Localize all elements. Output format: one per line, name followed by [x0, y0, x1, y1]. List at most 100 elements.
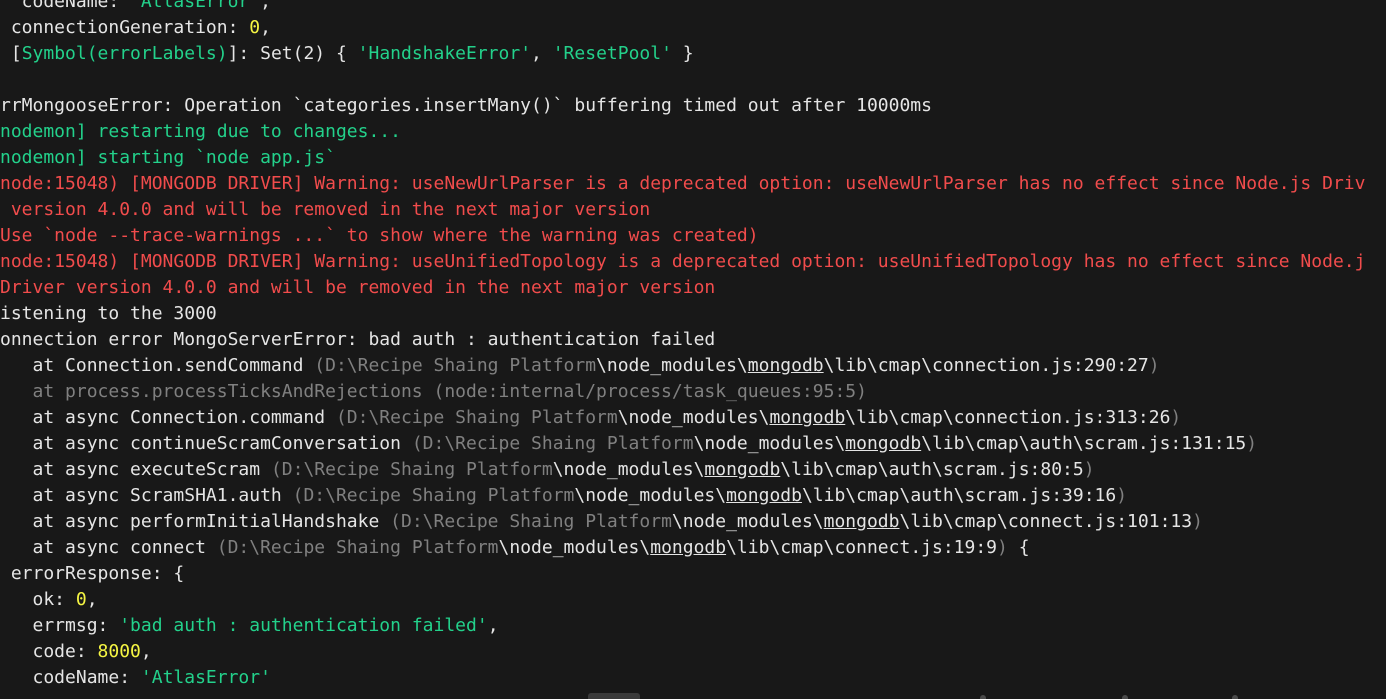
terminal-text: ) — [1246, 433, 1258, 454]
terminal-text: (D:\Recipe Shaing Platform — [390, 511, 672, 532]
terminal-text: at async performInitialHandshake — [0, 511, 391, 532]
terminal-text: code: — [0, 641, 98, 662]
terminal-text: 0 — [249, 17, 261, 38]
terminal-text: , — [86, 589, 98, 610]
terminal-line: at process.processTicksAndRejections (no… — [0, 379, 1386, 405]
terminal-tab-indicator[interactable] — [588, 693, 640, 699]
terminal-text: ok: — [0, 589, 76, 610]
terminal-text: at async continueScramConversation — [0, 433, 412, 454]
terminal-text: errorResponse: { — [0, 563, 185, 584]
terminal-text: ) — [1170, 407, 1182, 428]
terminal-line: at async continueScramConversation (D:\R… — [0, 431, 1386, 457]
terminal-text: (D:\Recipe Shaing Platform — [292, 485, 575, 506]
terminal-text: \lib\cmap\auth\scram.js:80:5 — [780, 459, 1084, 480]
terminal-text: 0 — [75, 589, 87, 610]
terminal-text: \lib\cmap\connect.js:101:13 — [899, 511, 1193, 532]
terminal-text: connectionGeneration: — [0, 17, 250, 38]
panel-bottom-edge — [0, 693, 1386, 699]
terminal-text: at process.processTicksAndRejections (no… — [0, 381, 867, 402]
terminal-text: at async executeScram — [0, 459, 271, 480]
terminal-text: ) — [1083, 459, 1095, 480]
status-indicator — [980, 695, 986, 699]
terminal-text: at async connect — [0, 537, 217, 558]
terminal-text: 'bad auth : authentication failed' — [119, 615, 488, 636]
terminal-text: (D:\Recipe Shaing Platform — [216, 537, 499, 558]
terminal-line: ok: 0, — [0, 587, 1386, 613]
terminal-text: , — [140, 641, 152, 662]
terminal-line: node:15048) [MONGODB DRIVER] Warning: us… — [0, 171, 1386, 197]
file-link[interactable]: mongodb — [769, 407, 845, 428]
terminal-text: (D:\Recipe Shaing Platform — [411, 433, 694, 454]
terminal-text: nodemon] restarting due to changes... — [0, 121, 401, 142]
file-link[interactable]: mongodb — [748, 355, 824, 376]
terminal-text: 'HandshakeError' — [357, 43, 532, 64]
terminal-line: node:15048) [MONGODB DRIVER] Warning: us… — [0, 249, 1386, 275]
terminal-text: \lib\cmap\auth\scram.js:39:16 — [801, 485, 1117, 506]
terminal-line: at async performInitialHandshake (D:\Rec… — [0, 509, 1386, 535]
terminal-text: (D:\Recipe Shaing Platform — [270, 459, 553, 480]
terminal-line: Driver version 4.0.0 and will be removed… — [0, 275, 1386, 301]
terminal-text: 'AtlasError' — [130, 0, 261, 12]
terminal-text: \node_modules\ — [574, 485, 727, 506]
terminal-text: \lib\cmap\connection.js:313:26 — [845, 407, 1171, 428]
terminal-text: { — [1007, 537, 1030, 558]
file-link[interactable]: mongodb — [650, 537, 726, 558]
terminal-text: istening to the 3000 — [0, 303, 217, 324]
terminal-line: nodemon] starting `node app.js` — [0, 145, 1386, 171]
terminal-line: connectionGeneration: 0, — [0, 15, 1386, 41]
terminal-text: 8000 — [97, 641, 141, 662]
terminal-text: version 4.0.0 and will be removed in the… — [0, 199, 651, 220]
terminal-line: version 4.0.0 and will be removed in the… — [0, 197, 1386, 223]
terminal-line: nodemon] restarting due to changes... — [0, 119, 1386, 145]
terminal-text: node:15048) [MONGODB DRIVER] Warning: us… — [0, 251, 1366, 272]
terminal-text: , — [487, 615, 499, 636]
file-link[interactable]: mongodb — [726, 485, 802, 506]
terminal-line: errmsg: 'bad auth : authentication faile… — [0, 613, 1386, 639]
terminal-text: , — [531, 43, 553, 64]
terminal-line: at Connection.sendCommand (D:\Recipe Sha… — [0, 353, 1386, 379]
terminal-text: 'AtlasError' — [140, 667, 271, 688]
file-link[interactable]: mongodb — [824, 511, 900, 532]
status-indicator — [1232, 695, 1238, 699]
terminal-text: } — [671, 43, 694, 64]
terminal-text: codeName: — [0, 667, 141, 688]
terminal-output[interactable]: codeName: 'AtlasError', connectionGenera… — [0, 0, 1386, 691]
terminal-line: at async Connection.command (D:\Recipe S… — [0, 405, 1386, 431]
status-indicator — [1122, 695, 1128, 699]
terminal-text: ]: Set(2) { — [227, 43, 358, 64]
terminal-text: \node_modules\ — [552, 459, 705, 480]
terminal-text: \node_modules\ — [617, 407, 770, 428]
file-link[interactable]: mongodb — [704, 459, 780, 480]
terminal-text: ) — [997, 537, 1008, 558]
terminal-text: \node_modules\ — [498, 537, 651, 558]
terminal-line: codeName: 'AtlasError', — [0, 0, 1386, 15]
terminal-line: Use `node --trace-warnings ...` to show … — [0, 223, 1386, 249]
terminal-text: ) — [1192, 511, 1203, 532]
terminal-text: ) — [1116, 485, 1128, 506]
terminal-line: onnection error MongoServerError: bad au… — [0, 327, 1386, 353]
terminal-text: \node_modules\ — [693, 433, 846, 454]
terminal-line: errorResponse: { — [0, 561, 1386, 587]
terminal-text: , — [260, 17, 271, 38]
terminal-text: 'ResetPool' — [552, 43, 672, 64]
terminal-text: (D:\Recipe Shaing Platform — [314, 355, 597, 376]
terminal-text: codeName: — [0, 0, 131, 12]
terminal-line: at async executeScram (D:\Recipe Shaing … — [0, 457, 1386, 483]
terminal-line: istening to the 3000 — [0, 301, 1386, 327]
terminal-text: at Connection.sendCommand — [0, 355, 315, 376]
terminal-line: code: 8000, — [0, 639, 1386, 665]
terminal-text: ) — [1148, 355, 1160, 376]
terminal-text: , — [260, 0, 271, 12]
terminal-line: at async ScramSHA1.auth (D:\Recipe Shain… — [0, 483, 1386, 509]
terminal-text: \node_modules\ — [596, 355, 748, 376]
terminal-line: [Symbol(errorLabels)]: Set(2) { 'Handsha… — [0, 41, 1386, 67]
terminal-text: (D:\Recipe Shaing Platform — [335, 407, 618, 428]
terminal-line: codeName: 'AtlasError' — [0, 665, 1386, 691]
terminal-text: \lib\cmap\connection.js:290:27 — [823, 355, 1149, 376]
terminal-text: \lib\cmap\connect.js:19:9 — [726, 537, 998, 558]
terminal-text: [ — [0, 43, 22, 64]
file-link[interactable]: mongodb — [845, 433, 921, 454]
terminal-text: at async ScramSHA1.auth — [0, 485, 293, 506]
terminal-line: rrMongooseError: Operation `categories.i… — [0, 93, 1386, 119]
